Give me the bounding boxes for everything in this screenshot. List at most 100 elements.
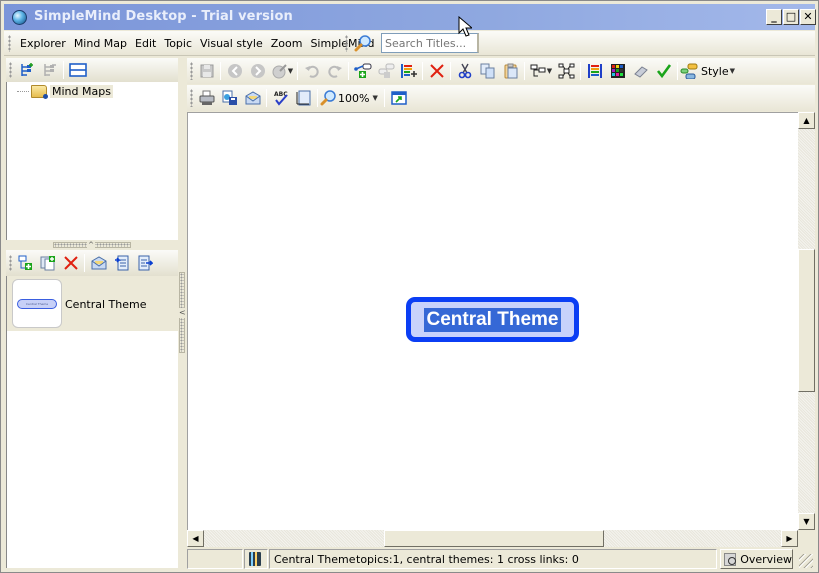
maximize-button[interactable]: □ <box>783 9 799 25</box>
cut-icon <box>458 63 471 79</box>
horizontal-scroll-thumb[interactable] <box>384 530 604 547</box>
color-bars-button[interactable] <box>583 61 606 81</box>
email-mindmap-button[interactable] <box>87 253 110 273</box>
delete-mindmap-button[interactable] <box>59 253 82 273</box>
status-cell-empty <box>187 549 243 569</box>
print-button[interactable] <box>195 88 218 108</box>
mindmap-canvas[interactable]: Central Theme <box>187 112 798 530</box>
page-setup-button[interactable] <box>292 88 315 108</box>
toolbar-grip[interactable] <box>8 35 11 52</box>
scroll-down-button[interactable]: ▼ <box>798 513 815 530</box>
horizontal-scrollbar[interactable]: ◀ ▶ <box>187 530 798 547</box>
toolbar-grip[interactable] <box>190 89 193 107</box>
copy-button[interactable] <box>476 61 499 81</box>
eraser-icon <box>633 66 648 78</box>
vertical-scroll-thumb[interactable] <box>798 249 815 392</box>
undo-button[interactable] <box>300 61 323 81</box>
toolbar-grip[interactable] <box>190 62 193 80</box>
export-mindmap-button[interactable] <box>133 253 156 273</box>
chevron-down-icon: ▼ <box>372 94 378 102</box>
print-icon <box>199 90 214 105</box>
email-button[interactable] <box>241 88 264 108</box>
menu-bar: Explorer Mind Map Edit Topic Visual styl… <box>4 31 815 56</box>
minimize-button[interactable]: _ <box>766 9 782 25</box>
central-topic-node[interactable]: Central Theme <box>406 297 579 342</box>
structure-button[interactable] <box>555 61 578 81</box>
mindmap-list-item[interactable]: Central Theme Central Theme <box>7 276 178 331</box>
main-toolbar-row2: ABC 100% ▼ <box>187 85 815 111</box>
menu-topic[interactable]: Topic <box>160 37 196 50</box>
delete-topic-button[interactable] <box>425 61 448 81</box>
resize-grip[interactable] <box>799 554 813 568</box>
add-sibling-topic-icon <box>378 63 394 78</box>
duplicate-mindmap-button[interactable] <box>36 253 59 273</box>
collapse-left-icon[interactable]: < <box>179 308 186 318</box>
layout-toggle-button[interactable] <box>66 60 89 80</box>
layout-button[interactable]: ▼ <box>527 61 555 81</box>
toolbar-grip[interactable] <box>9 255 12 271</box>
structure-icon <box>558 63 574 79</box>
page-setup-icon <box>296 90 310 106</box>
delete-icon <box>63 256 78 270</box>
tree-item-mind-maps[interactable]: Mind Maps <box>17 85 113 99</box>
toolbar-grip[interactable] <box>345 35 348 52</box>
import-mindmap-button[interactable] <box>110 253 133 273</box>
toolbar-separator <box>220 62 221 80</box>
central-topic-text[interactable]: Central Theme <box>423 307 562 332</box>
status-cell-icon <box>244 549 268 569</box>
remove-folder-button[interactable] <box>38 60 61 80</box>
redo-button[interactable] <box>323 61 346 81</box>
overview-button[interactable]: Overview <box>720 549 793 569</box>
vertical-scrollbar[interactable]: ▲ ▼ <box>798 112 815 530</box>
new-mindmap-button[interactable] <box>13 253 36 273</box>
scroll-left-button[interactable]: ◀ <box>187 530 204 547</box>
back-button[interactable] <box>223 61 246 81</box>
scroll-up-button[interactable]: ▲ <box>798 112 815 129</box>
overview-label: Overview <box>740 552 792 566</box>
paste-button[interactable] <box>499 61 522 81</box>
menu-zoom[interactable]: Zoom <box>267 37 307 50</box>
toolbar-separator <box>84 254 85 272</box>
add-folder-button[interactable] <box>15 60 38 80</box>
zoom-level-dropdown[interactable]: 100% ▼ <box>320 88 382 108</box>
palette-button[interactable]: ▼ <box>269 61 295 81</box>
paste-icon <box>504 63 517 79</box>
thumbnail-node: Central Theme <box>17 299 57 309</box>
cut-button[interactable] <box>453 61 476 81</box>
checkmark-button[interactable] <box>652 61 675 81</box>
search-button[interactable] <box>353 34 373 52</box>
fullscreen-button[interactable] <box>387 88 410 108</box>
app-logo-icon <box>12 10 27 25</box>
scroll-right-button[interactable]: ▶ <box>781 530 798 547</box>
mindmap-title: Central Theme <box>65 298 147 311</box>
menu-visual-style[interactable]: Visual style <box>196 37 267 50</box>
menu-mind-map[interactable]: Mind Map <box>70 37 131 50</box>
close-button[interactable]: ✕ <box>800 9 816 25</box>
toolbar-separator <box>297 62 298 80</box>
eraser-button[interactable] <box>629 61 652 81</box>
add-sibling-topic-button[interactable] <box>374 61 397 81</box>
collapse-up-icon[interactable]: ^ <box>87 241 95 249</box>
color-bars-icon <box>587 64 602 78</box>
status-stats: topics:1, central themes: 1 cross links:… <box>356 553 579 566</box>
mindmap-list: Central Theme Central Theme <box>6 276 178 568</box>
tree-connector <box>17 91 29 92</box>
save-button[interactable] <box>195 61 218 81</box>
layout-toggle-icon <box>68 63 87 77</box>
forward-button[interactable] <box>246 61 269 81</box>
maps-toolbar <box>6 250 178 276</box>
menu-explorer[interactable]: Explorer <box>16 37 70 50</box>
title-bar[interactable]: SimpleMind Desktop - Trial version _ □ ✕ <box>4 4 816 30</box>
style-button[interactable]: Style ▼ <box>680 61 736 81</box>
add-child-topic-button[interactable] <box>351 61 374 81</box>
palette-icon <box>272 64 287 79</box>
menu-edit[interactable]: Edit <box>131 37 160 50</box>
app-window: SimpleMind Desktop - Trial version _ □ ✕… <box>0 0 819 573</box>
toolbar-separator <box>450 62 451 80</box>
add-list-button[interactable] <box>397 61 420 81</box>
save-image-button[interactable] <box>218 88 241 108</box>
color-grid-button[interactable] <box>606 61 629 81</box>
status-bar: Central Theme topics:1, central themes: … <box>187 548 815 570</box>
spellcheck-button[interactable]: ABC <box>269 88 292 108</box>
toolbar-grip[interactable] <box>9 62 12 78</box>
